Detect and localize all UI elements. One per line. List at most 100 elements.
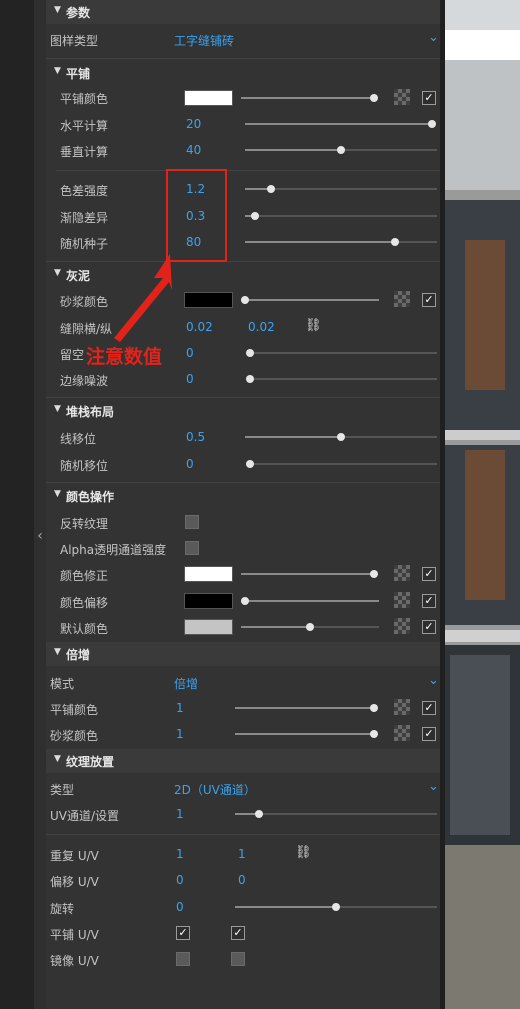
fade-variance-slider-handle[interactable] <box>251 212 259 220</box>
random-seed-slider-handle[interactable] <box>391 238 399 246</box>
horizontal-count-slider[interactable] <box>245 123 435 125</box>
texture-slot-icon[interactable] <box>394 89 410 105</box>
slider-remaining-track <box>341 436 437 438</box>
default-color-enable-checkbox[interactable]: ✓ <box>422 620 436 634</box>
color-offset-slider[interactable] <box>241 600 379 602</box>
alpha-strength-checkbox[interactable] <box>185 541 199 555</box>
link-chain-icon[interactable]: ⛓ <box>295 845 312 860</box>
rotate-value[interactable]: 0 <box>176 900 184 914</box>
default-color-slider[interactable] <box>241 626 310 628</box>
section-header-texture-placement[interactable]: ▼ 纹理放置 <box>46 749 440 773</box>
collapse-triangle-icon: ▼ <box>54 5 61 15</box>
multiply-mortar-enable-checkbox[interactable]: ✓ <box>422 727 436 741</box>
repeat-v-value[interactable]: 1 <box>238 847 246 861</box>
section-header-stacking[interactable]: ▼ 堆栈布局 <box>46 399 440 423</box>
color-offset-label: 颜色偏移 <box>60 596 109 610</box>
horizontal-count-slider-handle[interactable] <box>428 120 436 128</box>
mirror-u-checkbox[interactable] <box>176 952 190 966</box>
pattern-dropdown-chevron-icon[interactable]: ⌄ <box>428 30 439 45</box>
color-correction-swatch[interactable] <box>184 566 233 582</box>
multiply-tile-enable-checkbox[interactable]: ✓ <box>422 701 436 715</box>
collapse-triangle-icon: ▼ <box>54 647 61 657</box>
color-offset-enable-checkbox[interactable]: ✓ <box>422 594 436 608</box>
color-correction-enable-checkbox[interactable]: ✓ <box>422 567 436 581</box>
gap-horizontal-value[interactable]: 0.02 <box>186 320 213 334</box>
offset-u-value[interactable]: 0 <box>176 873 184 887</box>
edge-noise-slider[interactable] <box>250 378 437 380</box>
random-shift-label: 随机移位 <box>60 459 109 473</box>
color-offset-swatch[interactable] <box>184 593 233 609</box>
texture-slot-icon[interactable] <box>394 618 410 634</box>
color-offset-slider-handle[interactable] <box>241 597 249 605</box>
viewport-preview[interactable] <box>445 0 520 1009</box>
texture-slot-icon[interactable] <box>394 725 410 741</box>
invert-texture-checkbox[interactable] <box>185 515 199 529</box>
pattern-type-select[interactable]: 工字缝铺砖 <box>174 32 234 49</box>
section-header-color-ops[interactable]: ▼ 颜色操作 <box>46 484 440 508</box>
section-header-multiply[interactable]: ▼ 倍增 <box>46 642 440 666</box>
collapse-panel-chevron-icon[interactable]: ‹ <box>34 526 46 546</box>
line-shift-slider-handle[interactable] <box>337 433 345 441</box>
vertical-count-value[interactable]: 40 <box>186 143 201 157</box>
multiply-tile-color-slider[interactable] <box>235 707 377 709</box>
mode-dropdown-chevron-icon[interactable]: ⌄ <box>428 673 439 688</box>
mortar-color-enable-checkbox[interactable]: ✓ <box>422 293 436 307</box>
section-header-params[interactable]: ▼ 参数 <box>46 0 440 24</box>
hole-value[interactable]: 0 <box>186 346 194 360</box>
mortar-color-swatch[interactable] <box>184 292 233 308</box>
tile-color-enable-checkbox[interactable]: ✓ <box>422 91 436 105</box>
edge-noise-value[interactable]: 0 <box>186 372 194 386</box>
tile-u-checkbox[interactable]: ✓ <box>176 926 190 940</box>
texture-type-select[interactable]: 2D（UV通道） <box>174 781 256 798</box>
random-shift-value[interactable]: 0 <box>186 457 194 471</box>
vertical-count-slider[interactable] <box>245 149 341 151</box>
color-variance-slider-handle[interactable] <box>267 185 275 193</box>
line-shift-value[interactable]: 0.5 <box>186 430 205 444</box>
multiply-tile-color-value[interactable]: 1 <box>176 701 184 715</box>
texture-type-chevron-icon[interactable]: ⌄ <box>428 779 439 794</box>
offset-v-value[interactable]: 0 <box>238 873 246 887</box>
rotate-slider[interactable] <box>235 906 336 908</box>
uv-channel-label: UV通道/设置 <box>50 809 120 823</box>
default-color-swatch[interactable] <box>184 619 233 635</box>
collapse-triangle-icon: ▼ <box>54 754 61 764</box>
tile-color-label: 平铺颜色 <box>60 92 109 106</box>
multiply-mortar-color-value[interactable]: 1 <box>176 727 184 741</box>
random-shift-slider-handle[interactable] <box>246 460 254 468</box>
hole-slider[interactable] <box>250 352 437 354</box>
tile-v-checkbox[interactable]: ✓ <box>231 926 245 940</box>
color-correction-slider-handle[interactable] <box>370 570 378 578</box>
mortar-color-slider[interactable] <box>241 299 379 301</box>
default-color-slider-handle[interactable] <box>306 623 314 631</box>
tile-color-swatch[interactable] <box>184 90 233 106</box>
tile-color-slider[interactable] <box>241 97 377 99</box>
random-shift-slider[interactable] <box>250 463 437 465</box>
vertical-count-slider-handle[interactable] <box>337 146 345 154</box>
gap-vertical-value[interactable]: 0.02 <box>248 320 275 334</box>
multiply-mortar-color-slider[interactable] <box>235 733 377 735</box>
uv-channel-value[interactable]: 1 <box>176 807 184 821</box>
edge-noise-slider-handle[interactable] <box>246 375 254 383</box>
multiply-tile-color-slider-handle[interactable] <box>370 704 378 712</box>
tile-color-slider-handle[interactable] <box>370 94 378 102</box>
mode-select[interactable]: 倍增 <box>174 675 198 692</box>
mortar-color-slider-handle[interactable] <box>241 296 249 304</box>
uv-channel-slider-handle[interactable] <box>255 810 263 818</box>
repeat-u-value[interactable]: 1 <box>176 847 184 861</box>
texture-slot-icon[interactable] <box>394 699 410 715</box>
horizontal-count-value[interactable]: 20 <box>186 117 201 131</box>
color-correction-slider[interactable] <box>241 573 377 575</box>
line-shift-slider[interactable] <box>245 436 341 438</box>
hole-slider-handle[interactable] <box>246 349 254 357</box>
texture-slot-icon[interactable] <box>394 565 410 581</box>
link-chain-icon[interactable]: ⛓ <box>305 318 322 333</box>
texture-slot-icon[interactable] <box>394 291 410 307</box>
tile-uv-label: 平铺 U/V <box>50 928 99 942</box>
rotate-slider-handle[interactable] <box>332 903 340 911</box>
texture-slot-icon[interactable] <box>394 592 410 608</box>
mirror-v-checkbox[interactable] <box>231 952 245 966</box>
section-header-tiling[interactable]: ▼ 平铺 <box>46 61 440 85</box>
multiply-mortar-color-slider-handle[interactable] <box>370 730 378 738</box>
random-seed-slider[interactable] <box>245 241 395 243</box>
collapse-triangle-icon: ▼ <box>54 268 61 278</box>
